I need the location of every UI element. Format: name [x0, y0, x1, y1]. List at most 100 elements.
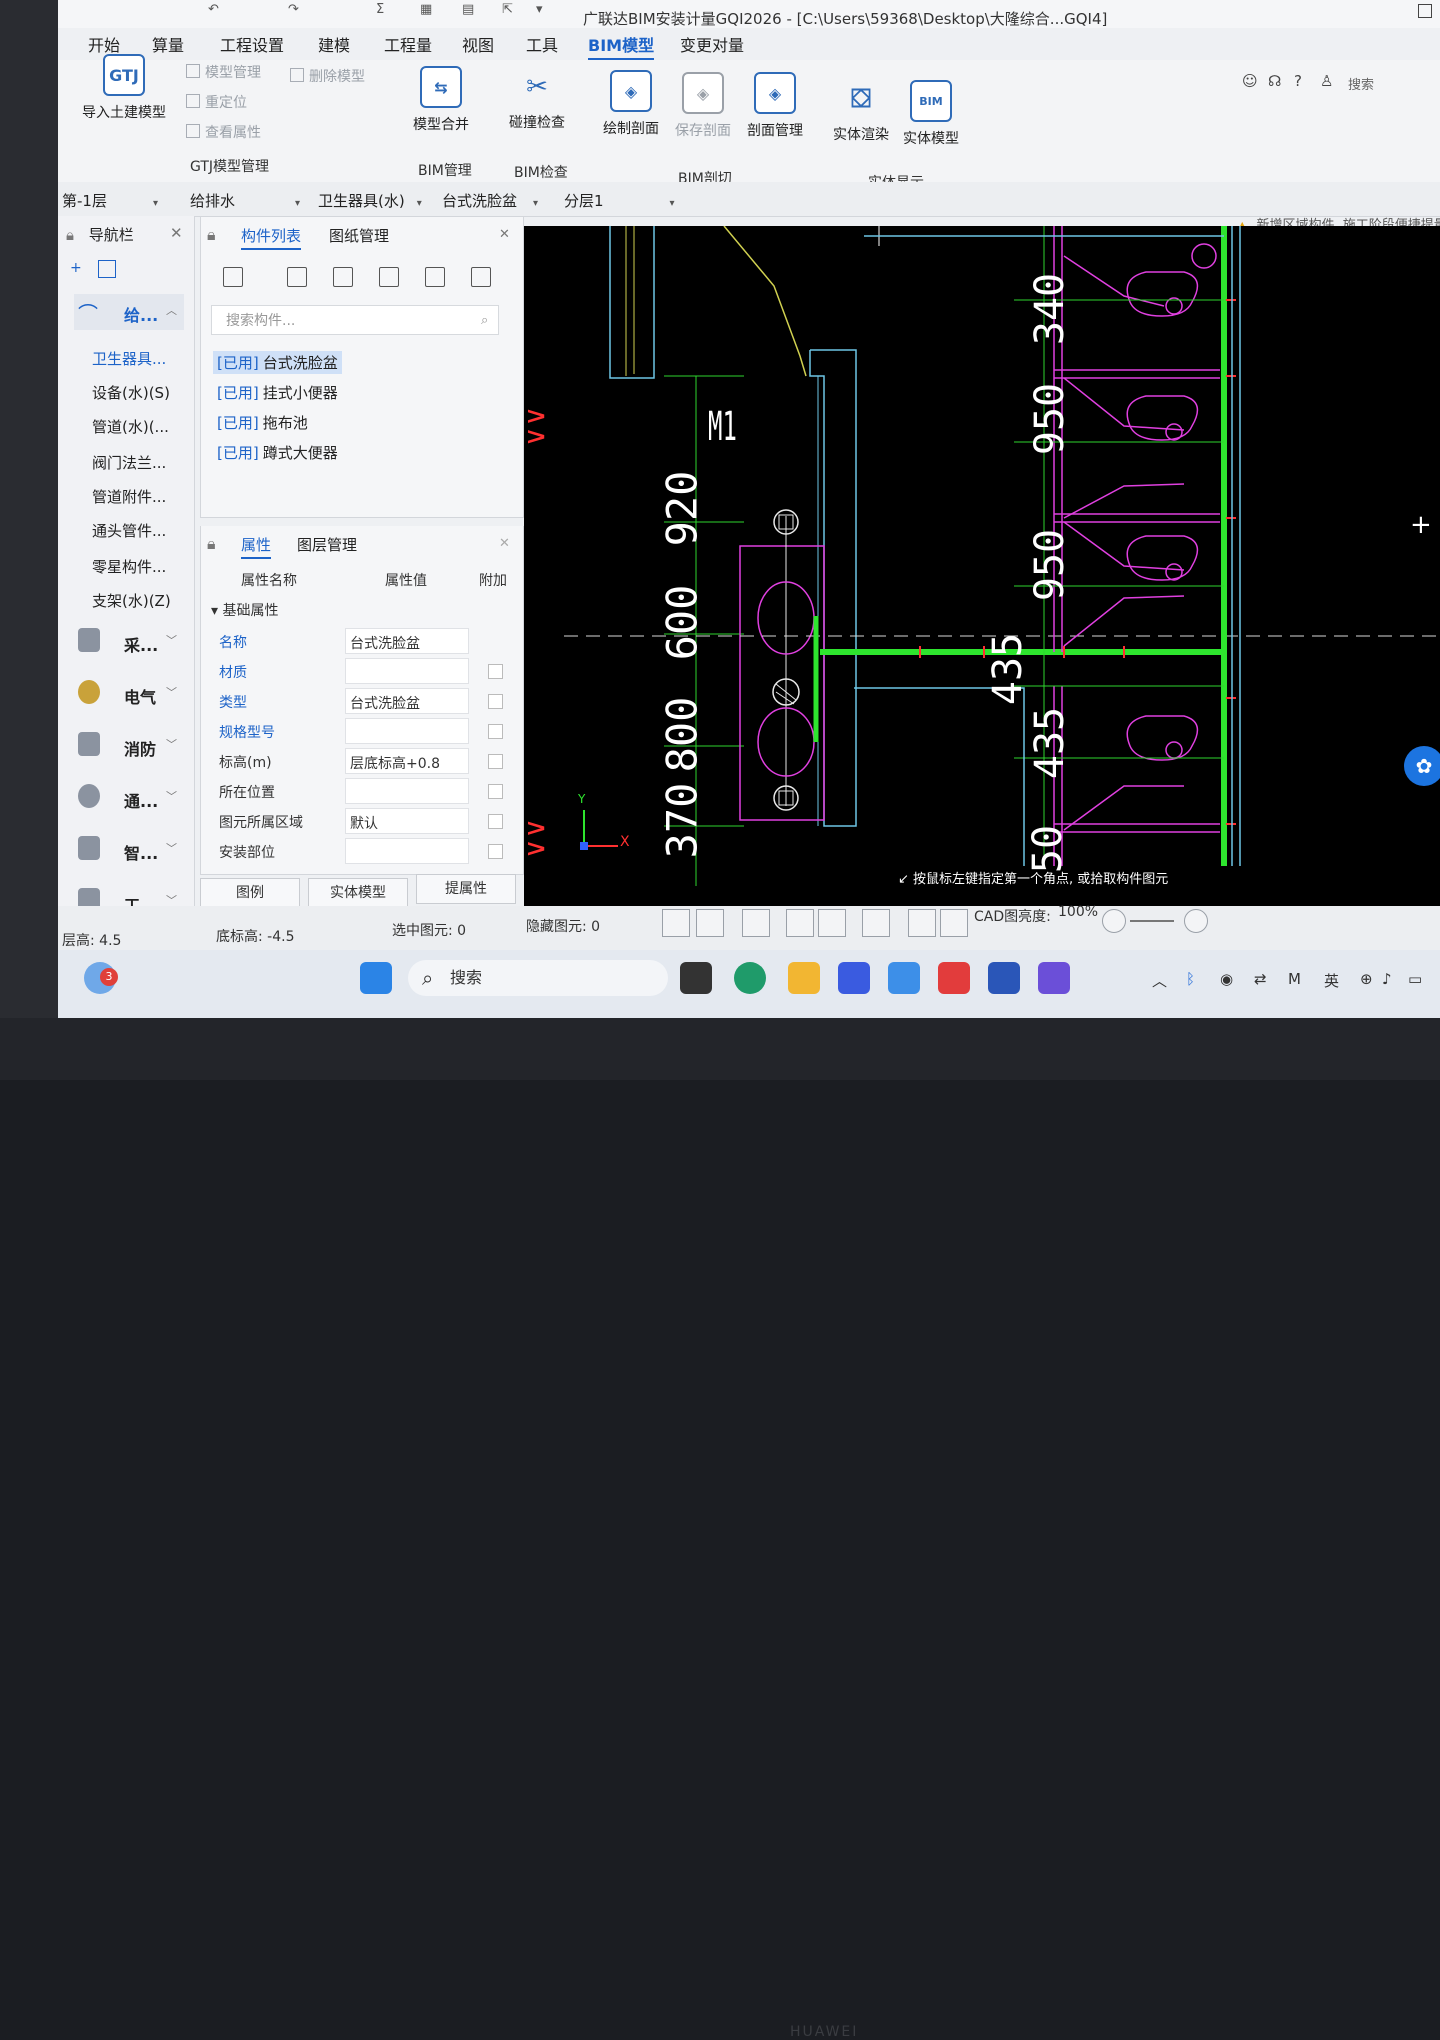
menu-change[interactable]: 变更对量 — [680, 32, 744, 56]
wps-icon[interactable] — [938, 962, 970, 994]
nav-category-fire[interactable]: 消防 ﹀ — [74, 728, 184, 764]
close-icon[interactable]: ✕ — [499, 536, 510, 551]
category-select[interactable]: 卫生器具(水) ▾ — [318, 190, 422, 211]
sum-icon[interactable]: Σ — [376, 2, 384, 17]
taskbar-search[interactable]: 搜索 — [408, 960, 668, 996]
ime-indicator[interactable]: 英 — [1324, 970, 1339, 991]
shirt-icon[interactable]: ♙ — [1320, 72, 1333, 90]
new-component-icon[interactable] — [223, 267, 243, 287]
copy-icon[interactable] — [333, 267, 353, 287]
edge-icon[interactable] — [734, 962, 766, 994]
tab-properties[interactable]: 属性 — [241, 534, 272, 559]
grid-icon[interactable]: ▦ — [420, 2, 432, 17]
extra-checkbox[interactable] — [488, 754, 503, 769]
nav-category-ventilation[interactable]: 通... ﹀ — [74, 780, 184, 816]
nav-category-water[interactable]: ⌒ 给... ︿ — [74, 294, 184, 330]
section-manage-button[interactable]: ◈ 剖面管理 — [742, 72, 808, 140]
delete-model-button[interactable]: 删除模型 — [290, 66, 365, 86]
relocate-button[interactable]: 重定位 — [186, 92, 247, 112]
extra-checkbox[interactable] — [488, 664, 503, 679]
prop-value[interactable]: 层底标高+0.8 — [345, 748, 469, 774]
menu-bim-model[interactable]: BIM模型 — [588, 32, 655, 60]
nav-item-fitting[interactable]: 通头管件... — [92, 520, 166, 541]
floor-select[interactable]: 第-1层 ▾ — [62, 190, 158, 211]
close-icon[interactable]: ✕ — [170, 224, 183, 242]
draw-section-button[interactable]: ◈ 绘制剖面 — [598, 70, 664, 138]
globe-icon[interactable]: ⊕ — [1360, 970, 1373, 988]
prop-value[interactable] — [345, 658, 469, 684]
plus-icon[interactable] — [1184, 909, 1208, 933]
select-box-icon[interactable] — [696, 909, 724, 937]
table-icon[interactable]: ▤ — [462, 2, 474, 17]
prop-value[interactable] — [345, 718, 469, 744]
nav-category-intelligent[interactable]: 智... ﹀ — [74, 832, 184, 868]
export-icon[interactable] — [471, 267, 491, 287]
float-assist-icon[interactable]: ✿ — [1404, 746, 1440, 786]
cad-app-icon[interactable] — [988, 962, 1020, 994]
undo-icon[interactable]: ↶ — [208, 2, 219, 17]
search-link[interactable]: 搜索 — [1348, 74, 1374, 93]
mail-tray-icon[interactable]: M — [1288, 970, 1301, 988]
prop-value[interactable]: 默认 — [345, 808, 469, 834]
task-view-icon[interactable] — [680, 962, 712, 994]
redo-icon[interactable]: ↷ — [288, 2, 299, 17]
screen-icon[interactable] — [908, 909, 936, 937]
mail-icon[interactable] — [838, 962, 870, 994]
tab-component-list[interactable]: 构件列表 — [241, 225, 302, 250]
layer-select[interactable]: 分层1 ▾ — [564, 190, 675, 211]
prop-value[interactable]: 台式洗脸盆 — [345, 688, 469, 714]
nav-item-equipment[interactable]: 设备(水)(S) — [92, 382, 170, 403]
merge-model-button[interactable]: ⇆ 模型合并 — [408, 66, 474, 134]
extra-checkbox[interactable] — [488, 784, 503, 799]
extra-checkbox[interactable] — [488, 694, 503, 709]
volume-icon[interactable]: ♪ — [1382, 970, 1392, 988]
extra-checkbox[interactable] — [488, 844, 503, 859]
menu-tools[interactable]: 工具 — [526, 32, 558, 56]
bluetooth-icon[interactable]: ᛒ — [1186, 970, 1195, 988]
tab-drawing-manage[interactable]: 图纸管理 — [329, 225, 389, 246]
prop-value[interactable]: 台式洗脸盆 — [345, 628, 469, 654]
gqi-app-icon[interactable] — [1038, 962, 1070, 994]
menu-start[interactable]: 开始 — [88, 32, 120, 56]
network-icon[interactable]: ⇄ — [1254, 970, 1267, 988]
menu-calc[interactable]: 算量 — [152, 32, 184, 56]
import-icon[interactable] — [425, 267, 445, 287]
collision-check-button[interactable]: ✂ 碰撞检查 — [504, 68, 570, 132]
security-icon[interactable]: ◉ — [1220, 970, 1233, 988]
extra-checkbox[interactable] — [488, 724, 503, 739]
nav-item-misc[interactable]: 零星构件... — [92, 556, 166, 577]
ortho-icon[interactable] — [662, 909, 690, 937]
legend-button[interactable]: 图例 — [200, 878, 300, 908]
nav-item-valve[interactable]: 阀门法兰... — [92, 452, 166, 473]
tray-chevron-icon[interactable]: ︿ — [1152, 970, 1167, 991]
menu-modeling[interactable]: 建模 — [318, 32, 350, 56]
solid-model-button[interactable]: BIM 实体模型 — [898, 80, 964, 148]
list-item[interactable]: [已用] 台式洗脸盆 — [213, 351, 342, 374]
menu-project-settings[interactable]: 工程设置 — [220, 32, 284, 56]
lock-icon[interactable]: 🔒︎ — [207, 225, 216, 245]
headset-icon[interactable]: ☊ — [1268, 72, 1281, 90]
nav-item-pipe[interactable]: 管道(水)(... — [92, 416, 169, 437]
minus-icon[interactable] — [1102, 909, 1126, 933]
import-model-button[interactable]: GTJ 导入土建模型 — [74, 54, 174, 122]
view-attr-button[interactable]: 查看属性 — [186, 122, 261, 142]
extra-checkbox[interactable] — [488, 814, 503, 829]
save-section-button[interactable]: ◈ 保存剖面 — [670, 72, 736, 140]
search-icon[interactable]: ⌕ — [481, 313, 488, 328]
prop-value[interactable] — [345, 838, 469, 864]
search-input[interactable]: 搜索构件... — [211, 305, 499, 335]
delete-icon[interactable] — [287, 267, 307, 287]
close-icon[interactable]: ✕ — [499, 227, 510, 242]
render-button[interactable]: ⛋ 实体渲染 — [828, 80, 894, 144]
view-3d-icon[interactable] — [742, 909, 770, 937]
windows-start-icon[interactable] — [360, 962, 392, 994]
measure-icon[interactable] — [940, 909, 968, 937]
help-icon[interactable]: ? — [1294, 72, 1302, 90]
lock-icon[interactable]: 🔒︎ — [207, 534, 216, 554]
prop-value[interactable] — [345, 778, 469, 804]
list-item[interactable]: [已用] 挂式小便器 — [213, 381, 342, 404]
solid-model-panel-button[interactable]: 实体模型 — [308, 878, 408, 908]
brightness-slider[interactable] — [1130, 920, 1174, 922]
maximize-icon[interactable] — [1418, 4, 1432, 18]
nav-item-support[interactable]: 支架(水)(Z) — [92, 590, 171, 611]
